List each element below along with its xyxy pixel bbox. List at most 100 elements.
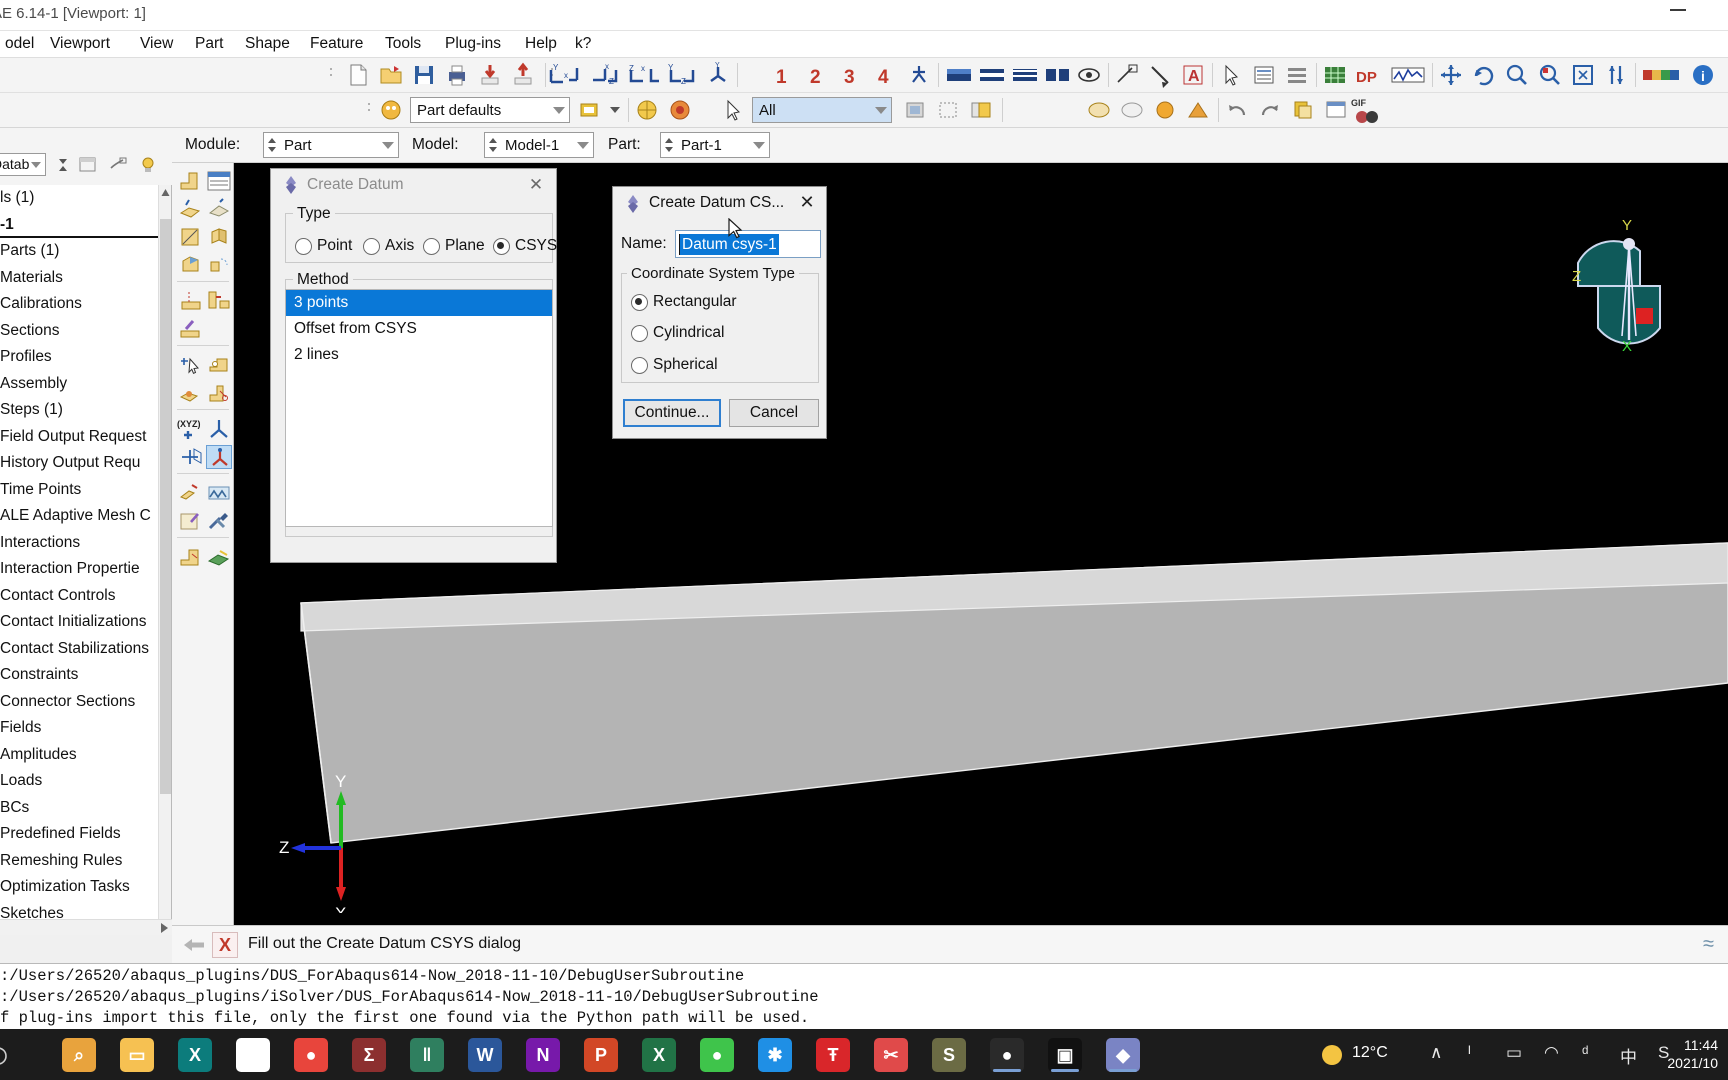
copy-view-icon[interactable]: [1290, 97, 1316, 123]
menu-item-odel[interactable]: odel: [0, 34, 39, 54]
taskbar-word-icon[interactable]: W: [468, 1038, 502, 1072]
coord-radio-rectangular[interactable]: Rectangular: [631, 293, 737, 311]
part-spinner[interactable]: [662, 133, 675, 157]
color-code-arrow-icon[interactable]: [610, 107, 620, 113]
view-front-icon[interactable]: Yx: [545, 62, 583, 88]
taskbar-onenote-icon[interactable]: N: [526, 1038, 560, 1072]
open-file-icon[interactable]: [378, 62, 404, 88]
tree-link-icon[interactable]: [108, 156, 128, 174]
create-solid-extrude-icon[interactable]: [178, 197, 204, 221]
tree-item-constraints[interactable]: Constraints: [0, 662, 160, 689]
tree-item-assembly[interactable]: Assembly: [0, 371, 160, 398]
tree-scroll-thumb[interactable]: [160, 219, 171, 794]
tree-item-fields[interactable]: Fields: [0, 715, 160, 742]
create-chamfer-icon[interactable]: [178, 253, 204, 277]
tree-item-ale-adaptive-mesh-c[interactable]: ALE Adaptive Mesh C: [0, 503, 160, 530]
zoom-in-icon[interactable]: [1504, 62, 1530, 88]
create-datum-axis-icon[interactable]: [206, 417, 232, 441]
highlight-icon[interactable]: [1152, 97, 1178, 123]
method-option-3-points[interactable]: 3 points: [286, 290, 552, 316]
coord-radio-spherical[interactable]: Spherical: [631, 356, 718, 374]
tree-item-profiles[interactable]: Profiles: [0, 344, 160, 371]
annotate-arrow-icon[interactable]: [1114, 62, 1140, 88]
tree-collapse-icon[interactable]: [78, 156, 98, 174]
type-radio-plane[interactable]: Plane: [423, 237, 485, 255]
database-selector[interactable]: Datab: [0, 153, 46, 176]
menu-item-viewport[interactable]: Viewport: [45, 34, 115, 54]
taskbar-excel-icon[interactable]: X: [642, 1038, 676, 1072]
select-cursor-icon[interactable]: [1218, 62, 1244, 88]
tree-item-interactions[interactable]: Interactions: [0, 530, 160, 557]
tree-scroll-up-arrow[interactable]: [159, 185, 172, 201]
zoom-box-icon[interactable]: [1537, 62, 1563, 88]
taskbar-chrome-icon[interactable]: ●: [294, 1038, 328, 1072]
info-icon[interactable]: i: [1690, 62, 1716, 88]
part-defaults-combo[interactable]: Part defaults: [410, 97, 570, 123]
hide-icon[interactable]: [1119, 97, 1145, 123]
database-chevron-down-icon[interactable]: [28, 154, 44, 175]
type-radio-csys[interactable]: CSYS: [493, 237, 557, 255]
menu-item-k-[interactable]: k?: [570, 34, 596, 54]
weather-sun-icon[interactable]: [1322, 1045, 1342, 1065]
display-group-combo[interactable]: All: [752, 97, 892, 123]
redo-icon[interactable]: [1257, 97, 1283, 123]
create-wire-icon[interactable]: [206, 353, 232, 377]
edit-feature-icon[interactable]: [178, 509, 204, 533]
view-number-1[interactable]: 1: [776, 67, 787, 89]
merge-cut-icon[interactable]: [178, 381, 204, 405]
intersect-icon[interactable]: [968, 97, 994, 123]
create-datum-csys-title-bar[interactable]: Create Datum CS... ✕: [613, 187, 826, 220]
partition-face-icon[interactable]: [178, 289, 204, 313]
render-filled-icon[interactable]: [1010, 62, 1040, 88]
dp-label[interactable]: DP: [1356, 69, 1377, 86]
view-apply-icon[interactable]: [906, 62, 932, 88]
taskbar-search-icon[interactable]: ⌕: [62, 1038, 96, 1072]
plot-region-icon[interactable]: [1185, 97, 1211, 123]
render-wireframe-icon[interactable]: [944, 62, 974, 88]
toolbar2-grip[interactable]: [368, 100, 371, 120]
tree-item-steps-1-[interactable]: Steps (1): [0, 397, 160, 424]
part-defaults-icon[interactable]: [378, 97, 404, 123]
tree-filter-spinner[interactable]: [56, 156, 69, 174]
method-option-2-lines[interactable]: 2 lines: [286, 342, 552, 368]
tree-item-sections[interactable]: Sections: [0, 318, 160, 345]
import-icon[interactable]: [477, 62, 503, 88]
annotate-line-icon[interactable]: [1147, 62, 1173, 88]
viewport-layout-icon[interactable]: [1323, 97, 1349, 123]
taskbar-abaqus-app-icon[interactable]: Σ: [352, 1038, 386, 1072]
export-icon[interactable]: [510, 62, 536, 88]
annotate-text-icon[interactable]: A: [1180, 62, 1206, 88]
tree-item-history-output-requ[interactable]: History Output Requ: [0, 450, 160, 477]
create-shell-from-solid-icon[interactable]: [178, 481, 204, 505]
taskbar-snipaste-icon[interactable]: ✂: [874, 1038, 908, 1072]
view-left-icon[interactable]: Zx: [625, 62, 663, 88]
module-chevron-down-icon[interactable]: [378, 133, 398, 157]
taskbar-terminal-icon[interactable]: ▣: [1048, 1038, 1082, 1072]
minimize-button[interactable]: [1670, 9, 1686, 11]
method-list[interactable]: 3 points Offset from CSYS 2 lines: [285, 289, 553, 527]
query-icon[interactable]: [1251, 62, 1277, 88]
tray-chevron-up-icon[interactable]: ∧: [1430, 1043, 1442, 1063]
create-datum-dialog[interactable]: Create Datum ✕ Type Point Axis Plane CSY…: [270, 168, 557, 563]
taskbar-wechat-icon[interactable]: ●: [700, 1038, 734, 1072]
create-datum-csys-dialog[interactable]: Create Datum CS... ✕ Name: Datum csys-1 …: [612, 186, 827, 439]
tree-item-contact-controls[interactable]: Contact Controls: [0, 583, 160, 610]
select-entity-icon[interactable]: [178, 353, 204, 377]
type-radio-axis[interactable]: Axis: [363, 237, 414, 255]
scissors-cut-icon[interactable]: [206, 381, 232, 405]
model-chevron-down-icon[interactable]: [573, 133, 593, 157]
tree-item-connector-sections[interactable]: Connector Sections: [0, 689, 160, 716]
create-datum-close-icon[interactable]: ✕: [526, 175, 546, 195]
rotate-icon[interactable]: [1471, 62, 1497, 88]
tree-hscrollbar[interactable]: [0, 919, 172, 935]
tree-item-materials[interactable]: Materials: [0, 265, 160, 292]
tree-item-parts-1-[interactable]: Parts (1): [0, 238, 160, 265]
clock[interactable]: 11:44 2021/10: [1626, 1036, 1718, 1072]
show-all-icon[interactable]: [1086, 97, 1112, 123]
view-number-4[interactable]: 4: [878, 67, 889, 89]
tree-item-bcs[interactable]: BCs: [0, 795, 160, 822]
create-instance-icon[interactable]: [178, 545, 204, 569]
part-combo[interactable]: Part-1: [660, 132, 770, 158]
view-right-icon[interactable]: YZ: [665, 62, 703, 88]
create-round-icon[interactable]: [206, 253, 232, 277]
